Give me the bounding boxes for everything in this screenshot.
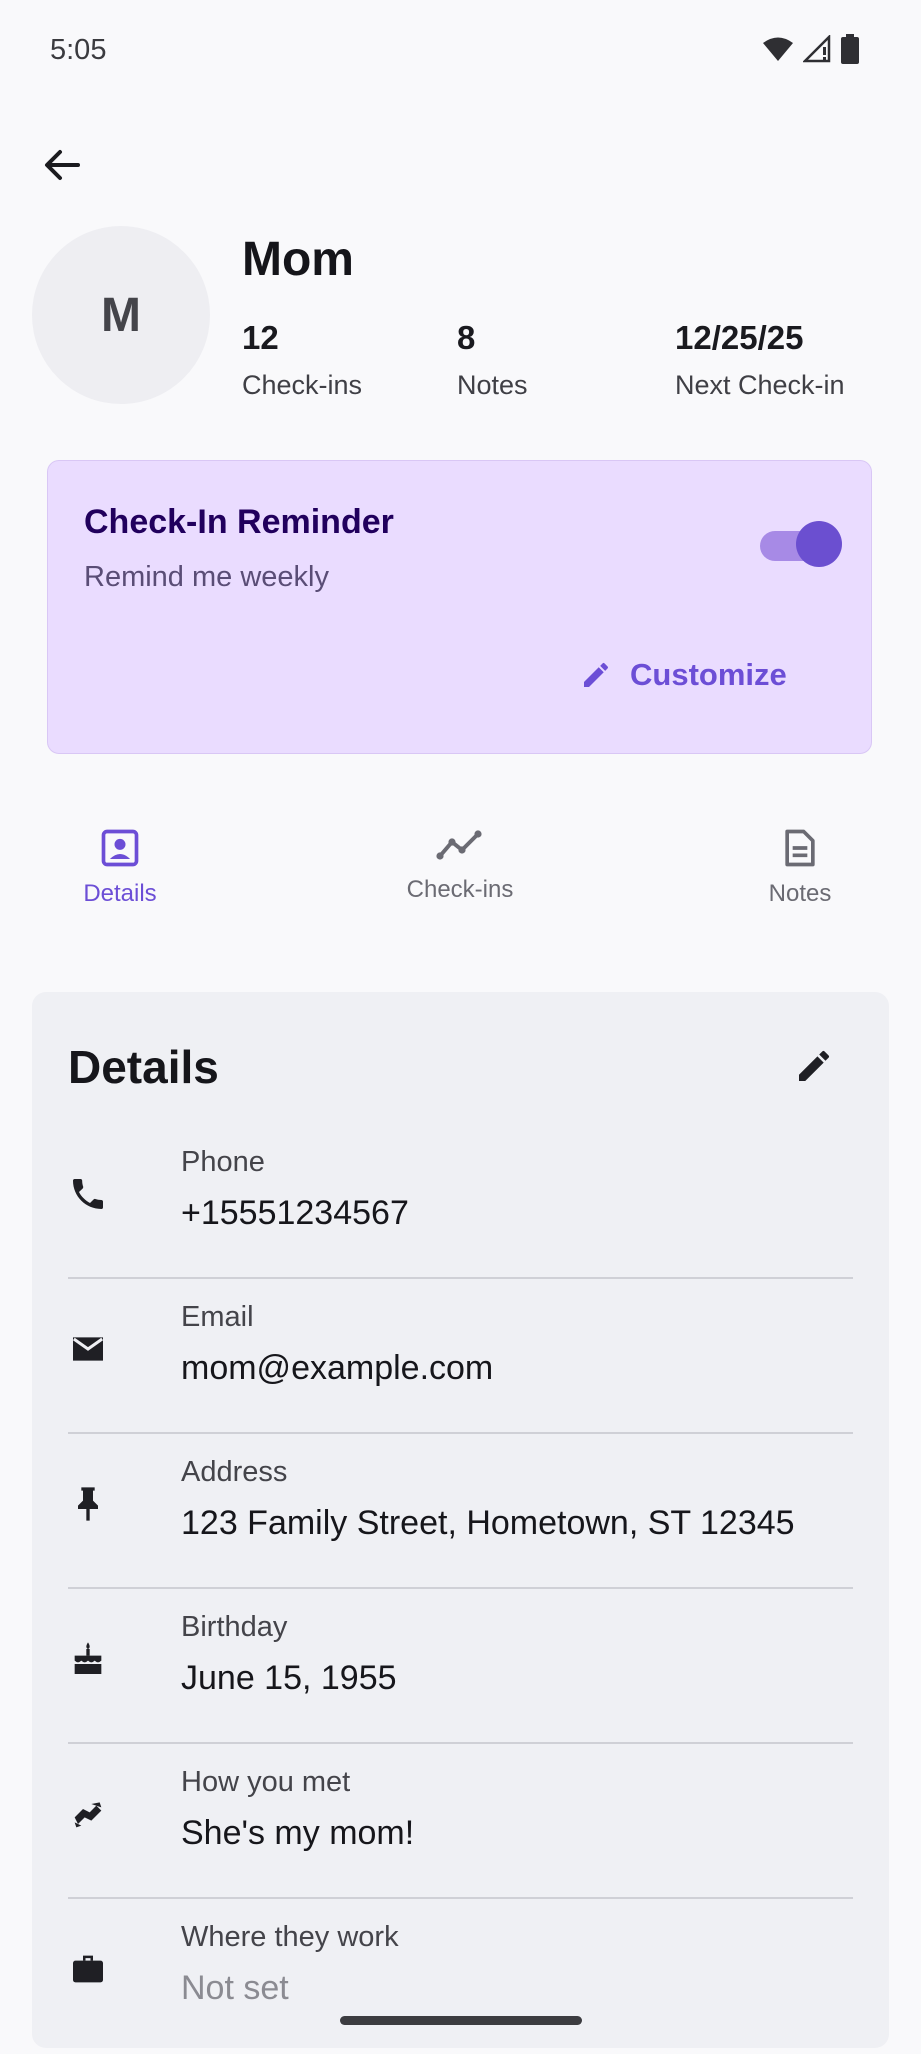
detail-row-email[interactable]: Email mom@example.com <box>68 1279 853 1434</box>
stat-value: 8 <box>457 319 476 356</box>
reminder-toggle[interactable] <box>760 521 842 567</box>
trend-line-icon <box>436 830 482 860</box>
arrow-back-icon <box>45 150 80 180</box>
cell-signal-icon <box>803 35 831 63</box>
briefcase-icon <box>73 1955 103 1983</box>
reminder-card: Check-In Reminder Remind me weekly Custo… <box>47 460 872 754</box>
wifi-icon <box>763 37 793 61</box>
avatar: M <box>32 226 210 404</box>
detail-label: How you met <box>181 1766 351 1798</box>
email-icon <box>72 1337 104 1361</box>
pin-icon <box>78 1487 98 1521</box>
detail-value: She's my mom! <box>181 1814 415 1852</box>
detail-label: Birthday <box>181 1611 288 1643</box>
status-time: 5:05 <box>50 34 107 66</box>
detail-row-birthday[interactable]: Birthday June 15, 1955 <box>68 1589 853 1744</box>
tab-label: Notes <box>768 880 832 907</box>
detail-label: Address <box>181 1456 288 1488</box>
customize-button[interactable]: Customize <box>580 657 787 693</box>
detail-value: mom@example.com <box>181 1349 494 1387</box>
battery-icon <box>841 34 859 64</box>
detail-value: Not set <box>181 1969 289 2007</box>
home-indicator[interactable] <box>340 2016 582 2025</box>
reminder-subtitle: Remind me weekly <box>84 561 329 593</box>
back-button[interactable] <box>38 140 88 190</box>
edit-details-button[interactable] <box>794 1046 834 1091</box>
details-title: Details <box>68 1041 219 1093</box>
reminder-title: Check-In Reminder <box>84 503 394 541</box>
detail-value: June 15, 1955 <box>181 1659 397 1697</box>
detail-row-workplace[interactable]: Where they work Not set <box>68 1899 853 2054</box>
contact-card-icon <box>101 829 139 867</box>
customize-label: Customize <box>630 657 787 692</box>
tab-label: Details <box>83 880 157 907</box>
tab-label: Check-ins <box>406 876 514 903</box>
detail-row-address[interactable]: Address 123 Family Street, Hometown, ST … <box>68 1434 853 1589</box>
detail-row-phone[interactable]: Phone +15551234567 <box>68 1124 853 1279</box>
pencil-icon <box>584 662 609 687</box>
toggle-thumb <box>796 521 842 567</box>
phone-icon <box>73 1179 103 1209</box>
handshake-icon <box>74 1802 102 1828</box>
document-icon <box>785 829 815 867</box>
tab-notes[interactable]: Notes <box>720 826 880 908</box>
detail-label: Where they work <box>181 1921 399 1953</box>
stat-next-checkin: 12/25/25 Next Check-in <box>675 318 845 401</box>
status-icons <box>763 34 859 64</box>
cake-icon <box>74 1642 102 1674</box>
contact-name: Mom <box>242 233 354 286</box>
stat-checkins: 12 Check-ins <box>242 318 362 401</box>
stat-value: 12/25/25 <box>675 319 804 356</box>
stat-notes: 8 Notes <box>457 318 528 401</box>
detail-row-how-you-met[interactable]: How you met She's my mom! <box>68 1744 853 1899</box>
pencil-icon <box>799 1050 830 1081</box>
detail-value: +15551234567 <box>181 1194 409 1232</box>
details-card: Details Phone +15551234567 Email mom@exa… <box>32 992 889 2048</box>
detail-label: Phone <box>181 1146 265 1178</box>
tab-details[interactable]: Details <box>40 826 200 908</box>
detail-value: 123 Family Street, Hometown, ST 12345 <box>181 1504 795 1542</box>
stat-label: Check-ins <box>242 370 363 400</box>
tab-checkins[interactable]: Check-ins <box>380 826 540 904</box>
detail-label: Email <box>181 1301 254 1333</box>
stat-label: Next Check-in <box>675 370 845 400</box>
stat-label: Notes <box>457 370 528 400</box>
stat-value: 12 <box>242 319 279 356</box>
